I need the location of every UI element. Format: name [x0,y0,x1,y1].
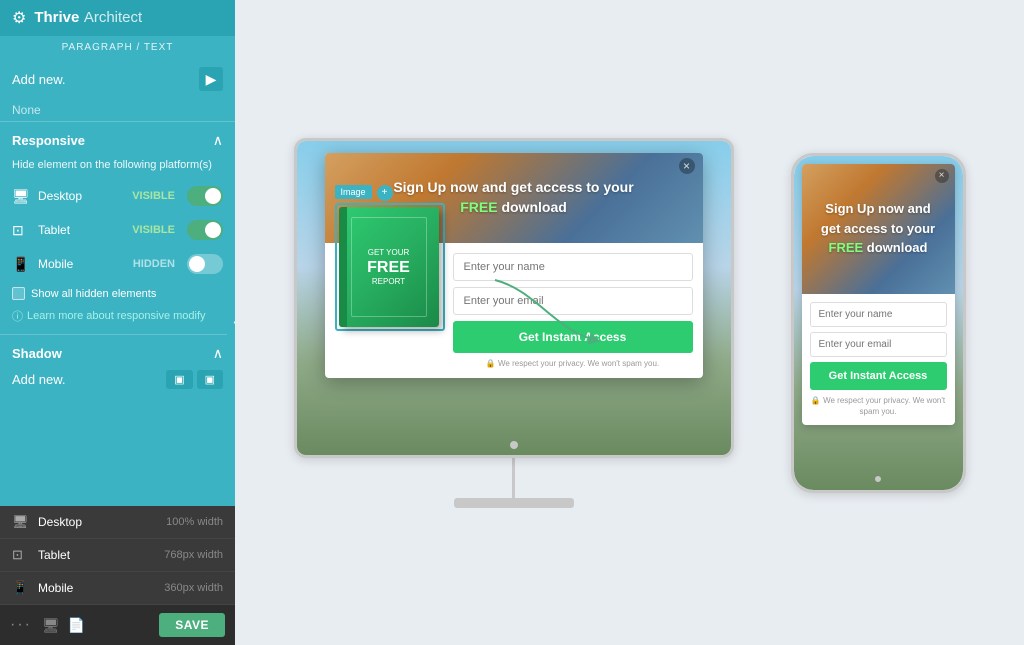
panel-header: ⚙ Thrive Architect [0,0,235,36]
tablet-label: Tablet [38,223,126,237]
main-content: Sign Up now and get access to your FREE … [235,0,1024,645]
toolbar-dots[interactable]: ··· [10,616,32,634]
learn-more-link[interactable]: ⓘ Learn more about responsive modify [0,306,235,334]
phone-popup: Sign Up now and get access to your FREE … [802,164,955,425]
none-row: None [0,99,235,121]
phone-wrap: Sign Up now and get access to your FREE … [791,153,966,493]
device-item-tablet[interactable]: ⊡ Tablet 768px width [0,539,235,572]
book-wrap: Image + GET YOUR FREE REPORT [335,203,445,331]
show-hidden-row: Show all hidden elements [0,281,235,306]
phone-dot [875,476,881,482]
mobile-label: Mobile [38,257,127,271]
device-mobile-icon: 📱 [12,580,30,596]
shadow-section: Shadow ∧ Add new. ▣ ▣ [0,335,235,397]
device-tablet-name: Tablet [38,548,156,562]
green-arrow [495,280,615,360]
shadow-buttons: ▣ ▣ [166,370,223,389]
phone-privacy: 🔒 We respect your privacy. We won't spam… [810,395,947,417]
device-mobile-name: Mobile [38,581,156,595]
desktop-toggle[interactable] [187,186,223,206]
image-add-button[interactable]: + [377,185,393,201]
save-button[interactable]: SAVE [159,613,225,637]
desktop-icon: 🖥 [12,188,32,205]
add-new-label: Add new. [12,72,66,87]
show-hidden-checkbox[interactable] [12,287,25,300]
mobile-toggle[interactable] [187,254,223,274]
tablet-toggle-row: ⊡ Tablet VISIBLE ‹ [0,213,235,247]
responsive-collapse-icon[interactable]: ∧ [213,132,223,149]
phone-cta-button[interactable]: Get Instant Access [810,362,947,390]
phone-popup-bg: Sign Up now and get access to your FREE … [802,164,955,294]
tablet-status: VISIBLE [132,224,175,236]
image-label: Image [335,185,372,199]
device-item-desktop[interactable]: 🖥 Desktop 100% width [0,506,235,539]
shadow-add-label: Add new. [12,372,66,387]
mobile-icon: 📱 [12,256,32,273]
panel-subtitle: PARAGRAPH / TEXT [0,36,235,59]
add-new-button[interactable]: ▶ [199,67,223,91]
monitor-dot [510,441,518,449]
responsive-section-header: Responsive ∧ [0,122,235,155]
toolbar-file-icon[interactable]: 📄 [68,617,85,634]
tablet-icon: ⊡ [12,222,32,239]
toolbar-monitor-icon[interactable]: 🖥 [42,617,60,634]
monitor-stand [512,458,515,498]
shadow-btn-2[interactable]: ▣ [197,370,223,389]
phone-popup-body: Get Instant Access 🔒 We respect your pri… [802,294,955,425]
desktop-label: Desktop [38,189,126,203]
popup-close-button[interactable]: × [679,158,695,174]
responsive-desc: Hide element on the following platform(s… [0,155,235,179]
phone-name-input[interactable] [810,302,947,327]
device-list: 🖥 Desktop 100% width ⊡ Tablet 768px widt… [0,506,235,605]
bottom-bar: 🖥 Desktop 100% width ⊡ Tablet 768px widt… [0,506,235,645]
desktop-toggle-row: 🖥 Desktop VISIBLE [0,179,235,213]
phone-popup-title: Sign Up now and get access to your FREE … [809,199,947,258]
toolbar-icons: 🖥 📄 [42,617,85,634]
responsive-title: Responsive [12,133,85,148]
device-desktop-icon: 🖥 [12,514,30,530]
device-desktop-width: 100% width [166,516,223,528]
device-tablet-width: 768px width [164,549,223,561]
shadow-header: Shadow ∧ [12,345,223,362]
book-image: GET YOUR FREE REPORT [339,207,439,327]
panel-title: Thrive Architect [34,9,142,27]
phone-screen: Sign Up now and get access to your FREE … [794,156,963,490]
device-mobile-width: 360px width [164,582,223,594]
shadow-btn-1[interactable]: ▣ [166,370,192,389]
popup-name-input[interactable] [453,253,693,281]
device-item-mobile[interactable]: 📱 Mobile 360px width [0,572,235,605]
book-image-border: GET YOUR FREE REPORT [335,203,445,331]
tablet-toggle[interactable] [187,220,223,240]
mobile-phone: Sign Up now and get access to your FREE … [791,153,966,493]
left-panel: ⚙ Thrive Architect PARAGRAPH / TEXT Add … [0,0,235,645]
phone-email-input[interactable] [810,332,947,357]
phone-close-button[interactable]: × [935,169,949,183]
toolbar-bar: ··· 🖥 📄 SAVE [0,605,235,645]
mobile-toggle-row: 📱 Mobile HIDDEN [0,247,235,281]
info-icon: ⓘ [12,308,23,324]
add-new-row: Add new. ▶ [0,59,235,99]
shadow-collapse-icon[interactable]: ∧ [213,345,223,362]
device-desktop-name: Desktop [38,515,158,529]
shadow-add-row: Add new. ▣ ▣ [12,370,223,389]
device-tablet-icon: ⊡ [12,547,30,563]
mobile-status: HIDDEN [133,258,175,270]
desktop-status: VISIBLE [132,190,175,202]
monitor-base [454,498,574,508]
show-hidden-label: Show all hidden elements [31,288,156,300]
gear-icon: ⚙ [12,8,26,28]
shadow-title: Shadow [12,346,62,361]
